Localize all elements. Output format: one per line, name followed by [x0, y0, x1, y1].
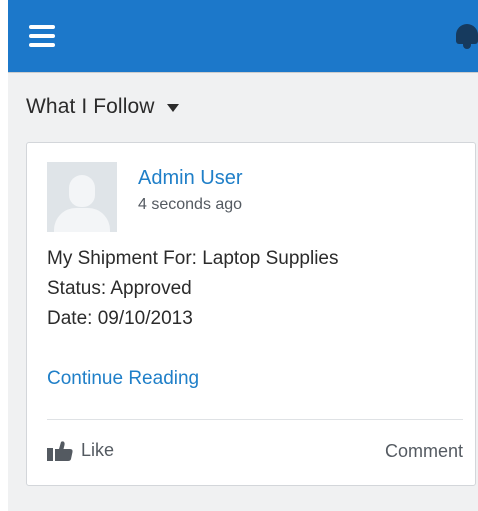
post-timestamp: 4 seconds ago — [138, 196, 243, 213]
feed-filter-dropdown[interactable]: What I Follow — [26, 93, 179, 121]
avatar[interactable] — [47, 162, 117, 232]
menu-bar-line — [29, 43, 55, 47]
feed-screen: What I Follow Admin User 4 seconds ago M… — [8, 0, 478, 511]
continue-reading-link[interactable]: Continue Reading — [47, 368, 199, 390]
post-author-link[interactable]: Admin User — [138, 167, 242, 190]
bell-cup — [456, 24, 478, 44]
caret-down-icon — [166, 104, 179, 112]
avatar-body-shape — [54, 208, 110, 232]
avatar-head-shape — [69, 175, 95, 207]
hamburger-menu-icon[interactable] — [29, 25, 55, 47]
like-label: Like — [81, 440, 115, 460]
feed-filter-label: What I Follow — [26, 95, 155, 118]
comment-button[interactable]: Comment — [385, 441, 463, 462]
thumbs-up-icon — [47, 440, 73, 461]
menu-bar-line — [29, 25, 55, 29]
post-body-line: Date: 09/10/2013 — [47, 308, 193, 329]
bell-icon[interactable] — [456, 24, 478, 50]
feed-post-card: Admin User 4 seconds ago My Shipment For… — [26, 142, 476, 486]
menu-bar-line — [29, 34, 55, 38]
post-body-line: My Shipment For: Laptop Supplies — [47, 248, 339, 269]
top-bar — [8, 0, 478, 72]
post-body-line: Status: Approved — [47, 278, 192, 299]
bell-clapper — [463, 43, 471, 49]
post-body: My Shipment For: Laptop Supplies Status:… — [47, 244, 339, 334]
like-button[interactable]: Like — [47, 440, 114, 461]
card-divider — [47, 419, 463, 420]
